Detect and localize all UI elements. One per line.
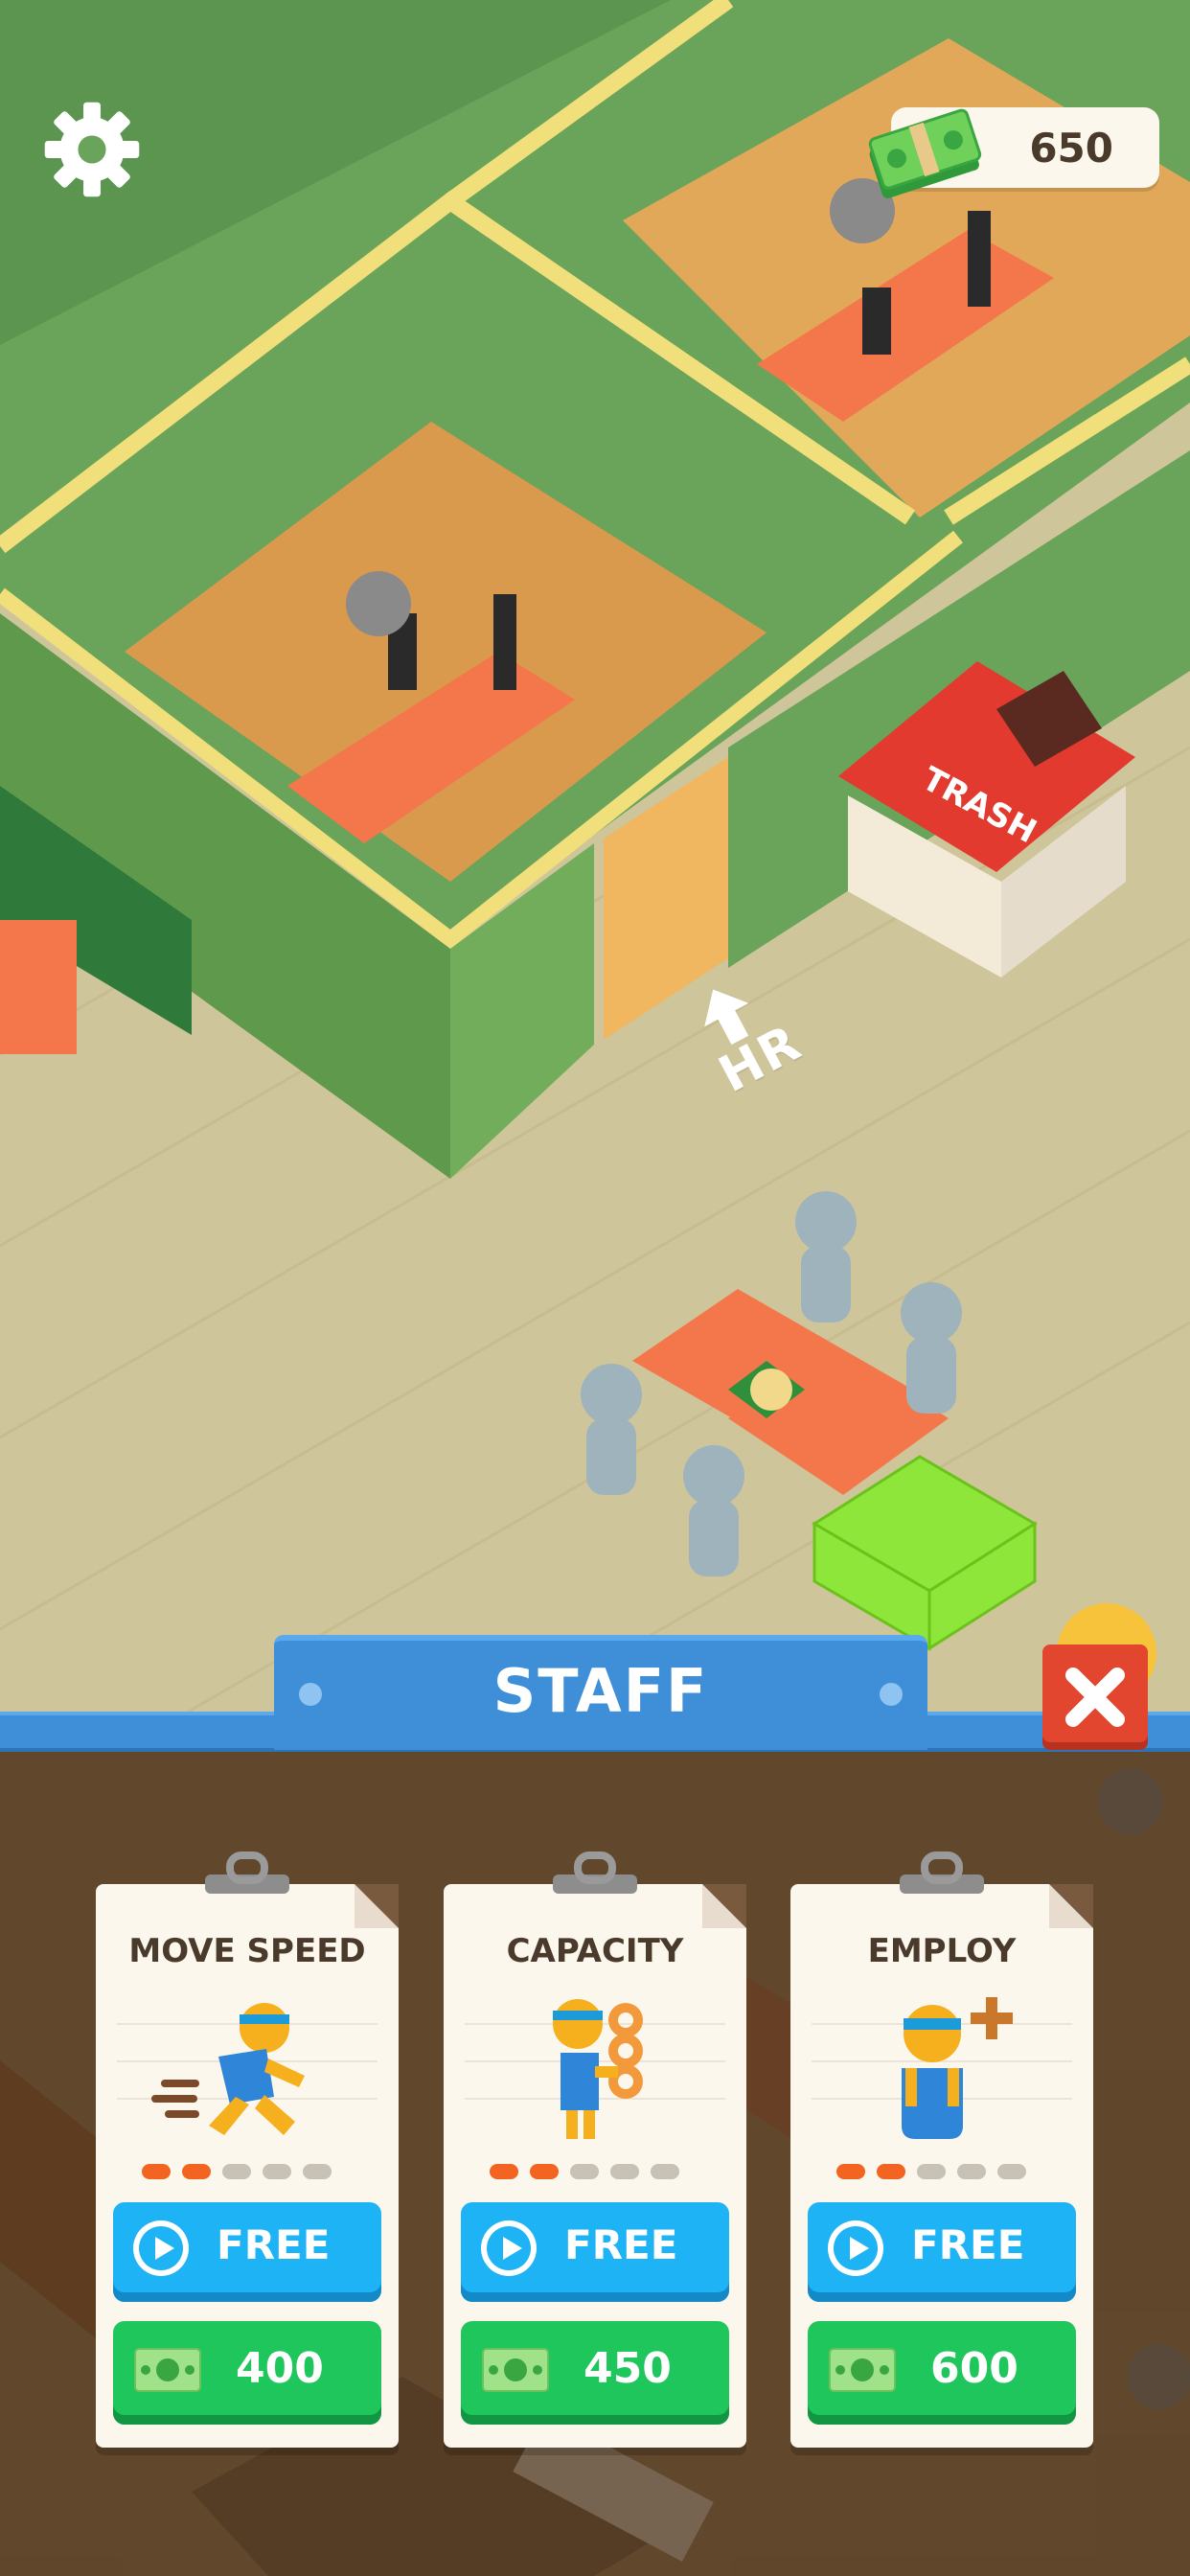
free-upgrade-button[interactable]: FREE [461, 2202, 729, 2302]
play-video-icon [133, 2220, 189, 2276]
panel-title: STAFF [492, 1656, 709, 1726]
play-video-icon [828, 2220, 883, 2276]
close-button[interactable] [1042, 1644, 1148, 1750]
play-video-icon [481, 2220, 537, 2276]
page-fold [702, 1884, 746, 1928]
buy-upgrade-button[interactable]: 400 [113, 2321, 381, 2425]
gear-icon [44, 102, 140, 197]
panel-title-tab: STAFF [274, 1635, 927, 1750]
card-title: MOVE SPEED [128, 1932, 366, 1970]
level-indicator [836, 2164, 1026, 2179]
level-indicator [142, 2164, 332, 2179]
money-value: 650 [1029, 125, 1113, 172]
level-pip [222, 2164, 251, 2179]
upgrade-card: MOVE SPEED FREE 400 [96, 1884, 399, 2448]
level-pip [182, 2164, 211, 2179]
level-pip [957, 2164, 986, 2179]
level-pip [917, 2164, 946, 2179]
price-label: 600 [930, 2344, 1018, 2393]
level-pip [651, 2164, 679, 2179]
level-pip [610, 2164, 639, 2179]
free-upgrade-button[interactable]: FREE [113, 2202, 381, 2302]
clipboard-clip [201, 1850, 293, 1898]
cash-stack-icon [868, 108, 982, 198]
price-label: 450 [584, 2344, 672, 2393]
page-fold [1049, 1884, 1093, 1928]
worker-carrying-donuts-icon [499, 1991, 691, 2145]
level-pip [530, 2164, 559, 2179]
buy-upgrade-button[interactable]: 450 [461, 2321, 729, 2425]
level-pip [877, 2164, 905, 2179]
card-title: EMPLOY [867, 1932, 1017, 1970]
clipboard-clip [896, 1850, 988, 1898]
free-label: FREE [911, 2221, 1025, 2268]
buy-upgrade-button[interactable]: 600 [808, 2321, 1076, 2425]
running-worker-icon [151, 1991, 343, 2145]
clipboard-clip [549, 1850, 641, 1898]
level-pip [142, 2164, 171, 2179]
upgrade-card: EMPLOY FREE 600 [790, 1884, 1093, 2448]
add-worker-icon [846, 1991, 1038, 2145]
card-title: CAPACITY [506, 1932, 684, 1970]
level-pip [836, 2164, 865, 2179]
price-label: 400 [236, 2344, 324, 2393]
upgrade-card: CAPACITY FREE 450 [444, 1884, 746, 2448]
cash-icon [829, 2348, 896, 2392]
page-fold [355, 1884, 399, 1928]
free-label: FREE [217, 2221, 331, 2268]
close-icon [1065, 1668, 1125, 1727]
level-pip [303, 2164, 332, 2179]
level-pip [570, 2164, 599, 2179]
level-indicator [490, 2164, 679, 2179]
level-pip [490, 2164, 518, 2179]
free-label: FREE [564, 2221, 678, 2268]
cash-icon [482, 2348, 549, 2392]
level-pip [263, 2164, 291, 2179]
cash-icon [134, 2348, 201, 2392]
free-upgrade-button[interactable]: FREE [808, 2202, 1076, 2302]
settings-button[interactable] [38, 96, 146, 203]
level-pip [997, 2164, 1026, 2179]
